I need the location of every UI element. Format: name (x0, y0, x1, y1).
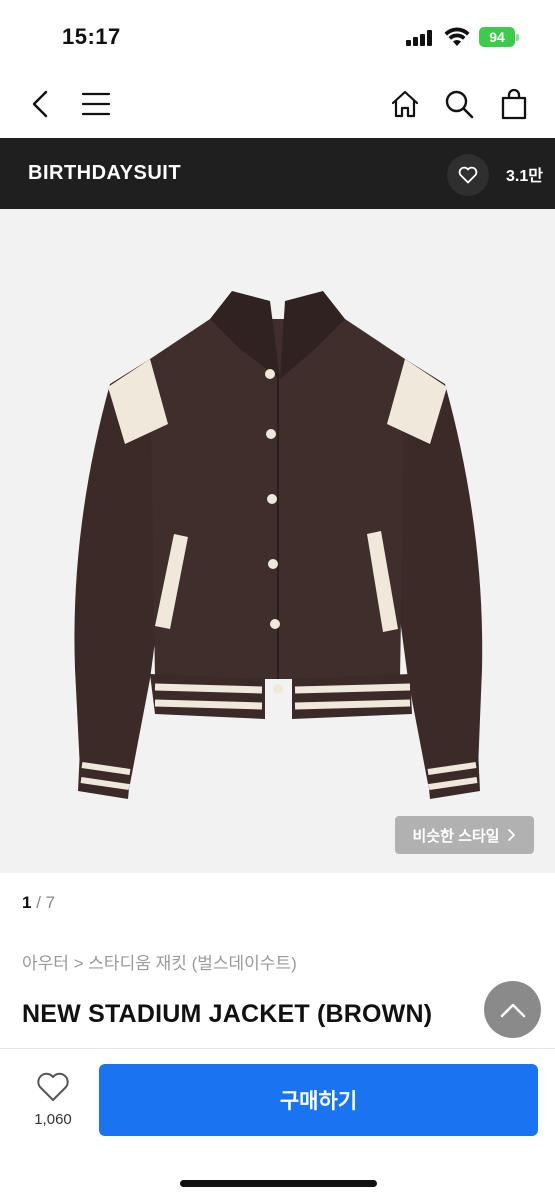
pager-separator: / (31, 893, 46, 912)
jacket-image (74, 291, 483, 799)
top-nav (0, 70, 555, 138)
similar-style-label: 비슷한 스타일 (412, 827, 500, 845)
chevron-right-icon (508, 829, 516, 841)
wifi-icon (444, 27, 470, 46)
buy-button[interactable]: 구매하기 (99, 1064, 538, 1136)
status-time: 15:17 (62, 24, 121, 49)
brand-like-count: 3.1만 (506, 168, 543, 185)
chevron-up-icon (500, 1003, 525, 1017)
cellular-signal-icon (406, 30, 434, 46)
product-image-carousel[interactable]: 비슷한 스타일 (0, 209, 555, 873)
divider (0, 1048, 555, 1049)
brand-bar[interactable]: BIRTHDAYSUIT 3.1만 (0, 138, 555, 209)
home-icon[interactable] (385, 84, 425, 124)
scroll-to-top-button[interactable] (484, 981, 541, 1038)
shopping-bag-icon[interactable] (494, 84, 534, 124)
similar-style-button[interactable]: 비슷한 스타일 (395, 816, 534, 854)
image-pager: 1 / 7 (22, 893, 55, 913)
menu-icon[interactable] (76, 84, 116, 124)
heart-icon (458, 166, 478, 184)
back-icon[interactable] (20, 84, 60, 124)
brand-name[interactable]: BIRTHDAYSUIT (28, 162, 181, 185)
search-icon[interactable] (439, 84, 479, 124)
battery-indicator: 94 (479, 27, 519, 47)
product-title: NEW STADIUM JACKET (BROWN) (22, 1000, 433, 1028)
home-indicator (180, 1180, 377, 1187)
heart-icon (37, 1072, 69, 1101)
pager-total: 7 (45, 893, 56, 912)
product-like-count: 1,060 (34, 1111, 72, 1128)
product-like-button[interactable]: 1,060 (22, 1072, 84, 1132)
brand-like-button[interactable] (447, 154, 489, 196)
category-breadcrumb[interactable]: 아우터 > 스타디움 재킷 (벌스데이수트) (22, 949, 297, 974)
status-bar: 15:17 94 (0, 0, 555, 70)
battery-level: 94 (489, 29, 505, 45)
